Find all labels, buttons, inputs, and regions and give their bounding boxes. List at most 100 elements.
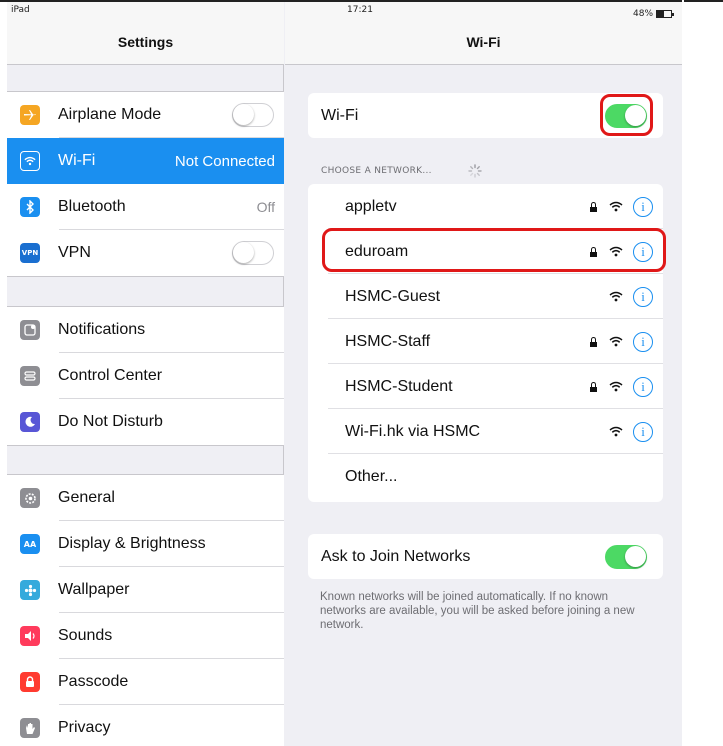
- wifi-toggle[interactable]: [605, 103, 647, 128]
- network-row-eduroam[interactable]: eduroam i: [308, 229, 663, 274]
- wifi-toggle-label: Wi-Fi: [321, 106, 359, 124]
- wifi-title: Wi-Fi: [466, 34, 501, 50]
- sidebar-item-label: Notifications: [58, 321, 146, 338]
- info-icon[interactable]: i: [633, 376, 653, 397]
- sidebar-item-wifi[interactable]: Wi-Fi Not Connected: [7, 138, 284, 184]
- ask-to-join-toggle[interactable]: [605, 544, 647, 569]
- sidebar-item-label: General: [58, 489, 115, 506]
- lock-icon: [589, 246, 598, 257]
- settings-group-notifications: Notifications Control Center Do Not Dist…: [7, 306, 284, 446]
- settings-group-connectivity: Airplane Mode Wi-Fi Not Connected Blueto…: [7, 91, 284, 277]
- sidebar-item-label: Sounds: [58, 627, 113, 644]
- status-time: 17:21: [347, 5, 373, 15]
- network-row-hsmc-staff[interactable]: HSMC-Staff i: [308, 319, 663, 364]
- loading-spinner-icon: [468, 164, 482, 178]
- sidebar-item-airplane-mode[interactable]: Airplane Mode: [7, 92, 284, 138]
- sidebar-item-label: Do Not Disturb: [58, 413, 163, 430]
- battery-percent: 48%: [633, 9, 654, 19]
- ask-to-join-row: Ask to Join Networks: [308, 534, 663, 579]
- choose-network-label: CHOOSE A NETWORK...: [321, 166, 432, 176]
- right-margin: [682, 0, 684, 746]
- network-name: HSMC-Staff: [345, 332, 431, 350]
- network-list-card: appletv i eduroam i HSMC-Guest i HSMC-St…: [308, 184, 663, 502]
- sidebar-item-label: Privacy: [58, 719, 111, 736]
- gear-icon: [20, 488, 40, 508]
- lock-icon: [20, 672, 40, 692]
- sidebar-item-label: Wallpaper: [58, 581, 130, 598]
- network-row-hsmc-student[interactable]: HSMC-Student i: [308, 364, 663, 409]
- sidebar-item-do-not-disturb[interactable]: Do Not Disturb: [7, 399, 284, 445]
- network-name: appletv: [345, 197, 397, 215]
- screenshot-frame: iPad Settings Airplane Mode Wi-Fi Not Co…: [0, 0, 723, 746]
- sidebar-item-label: VPN: [58, 244, 91, 261]
- wifi-icon: [20, 151, 40, 171]
- network-row-other[interactable]: Other...: [308, 454, 663, 499]
- device-name: iPad: [11, 5, 30, 15]
- sidebar-item-label: Display & Brightness: [58, 535, 206, 552]
- sidebar-item-wallpaper[interactable]: Wallpaper: [7, 567, 284, 613]
- network-name: eduroam: [345, 242, 409, 260]
- wifi-signal-icon: [609, 426, 623, 437]
- ask-to-join-footnote: Known networks will be joined automatica…: [320, 591, 635, 631]
- speaker-icon: [20, 626, 40, 646]
- info-icon[interactable]: i: [633, 286, 653, 307]
- airplane-icon: [20, 105, 40, 125]
- lock-icon: [589, 336, 598, 347]
- sidebar-item-privacy[interactable]: Privacy: [7, 705, 284, 746]
- wifi-signal-icon: [609, 291, 623, 302]
- airplane-mode-toggle[interactable]: [232, 103, 274, 127]
- network-name: HSMC-Student: [345, 377, 453, 395]
- ask-to-join-label: Ask to Join Networks: [321, 547, 471, 565]
- settings-sidebar: iPad Settings Airplane Mode Wi-Fi Not Co…: [7, 2, 284, 746]
- bluetooth-icon: [20, 197, 40, 217]
- ask-to-join-card: Ask to Join Networks: [308, 534, 663, 579]
- wifi-header: 17:21 48% Wi-Fi: [285, 2, 682, 65]
- network-name: HSMC-Guest: [345, 287, 441, 305]
- wifi-toggle-row: Wi-Fi: [308, 93, 663, 138]
- sidebar-item-label: Control Center: [58, 367, 163, 384]
- sidebar-item-display-brightness[interactable]: AA Display & Brightness: [7, 521, 284, 567]
- settings-header: iPad Settings: [7, 2, 284, 65]
- battery-icon: [656, 10, 675, 18]
- wifi-signal-icon: [609, 381, 623, 392]
- wifi-signal-icon: [609, 336, 623, 347]
- sidebar-item-notifications[interactable]: Notifications: [7, 307, 284, 353]
- network-row-wifi-hk[interactable]: Wi-Fi.hk via HSMC i: [308, 409, 663, 454]
- sidebar-item-control-center[interactable]: Control Center: [7, 353, 284, 399]
- settings-title: Settings: [117, 34, 174, 50]
- hand-icon: [20, 718, 40, 738]
- wallpaper-icon: [20, 580, 40, 600]
- wifi-status-value: Not Connected: [174, 152, 275, 170]
- notifications-icon: [20, 320, 40, 340]
- other-network-label: Other...: [345, 467, 398, 485]
- info-icon[interactable]: i: [633, 241, 653, 262]
- network-name: Wi-Fi.hk via HSMC: [345, 422, 481, 440]
- wifi-toggle-card: Wi-Fi: [308, 93, 663, 138]
- sidebar-item-bluetooth[interactable]: Bluetooth Off: [7, 184, 284, 230]
- wifi-signal-icon: [609, 201, 623, 212]
- sidebar-item-label: Airplane Mode: [58, 106, 162, 123]
- sidebar-item-label: Wi-Fi: [58, 152, 96, 169]
- info-icon[interactable]: i: [633, 421, 653, 442]
- info-icon[interactable]: i: [633, 331, 653, 352]
- status-battery: 48%: [633, 5, 675, 23]
- sidebar-item-vpn[interactable]: VPN VPN: [7, 230, 284, 276]
- lock-icon: [589, 381, 598, 392]
- wifi-detail-pane: 17:21 48% Wi-Fi Wi-Fi CHOOSE A NETWORK..…: [285, 2, 682, 746]
- network-row-hsmc-guest[interactable]: HSMC-Guest i: [308, 274, 663, 319]
- lock-icon: [589, 201, 598, 212]
- wifi-signal-icon: [609, 246, 623, 257]
- ipad-screen: iPad Settings Airplane Mode Wi-Fi Not Co…: [7, 2, 682, 746]
- sidebar-item-general[interactable]: General: [7, 475, 284, 521]
- sidebar-item-sounds[interactable]: Sounds: [7, 613, 284, 659]
- vpn-toggle[interactable]: [232, 241, 274, 265]
- sidebar-item-passcode[interactable]: Passcode: [7, 659, 284, 705]
- display-icon: AA: [20, 534, 40, 554]
- moon-icon: [20, 412, 40, 432]
- vpn-icon: VPN: [20, 243, 40, 263]
- sidebar-item-label: Bluetooth: [58, 198, 126, 215]
- info-icon[interactable]: i: [633, 196, 653, 217]
- bluetooth-status-value: Off: [256, 199, 275, 215]
- network-row-appletv[interactable]: appletv i: [308, 184, 663, 229]
- settings-group-general: General AA Display & Brightness Wallpape…: [7, 474, 284, 746]
